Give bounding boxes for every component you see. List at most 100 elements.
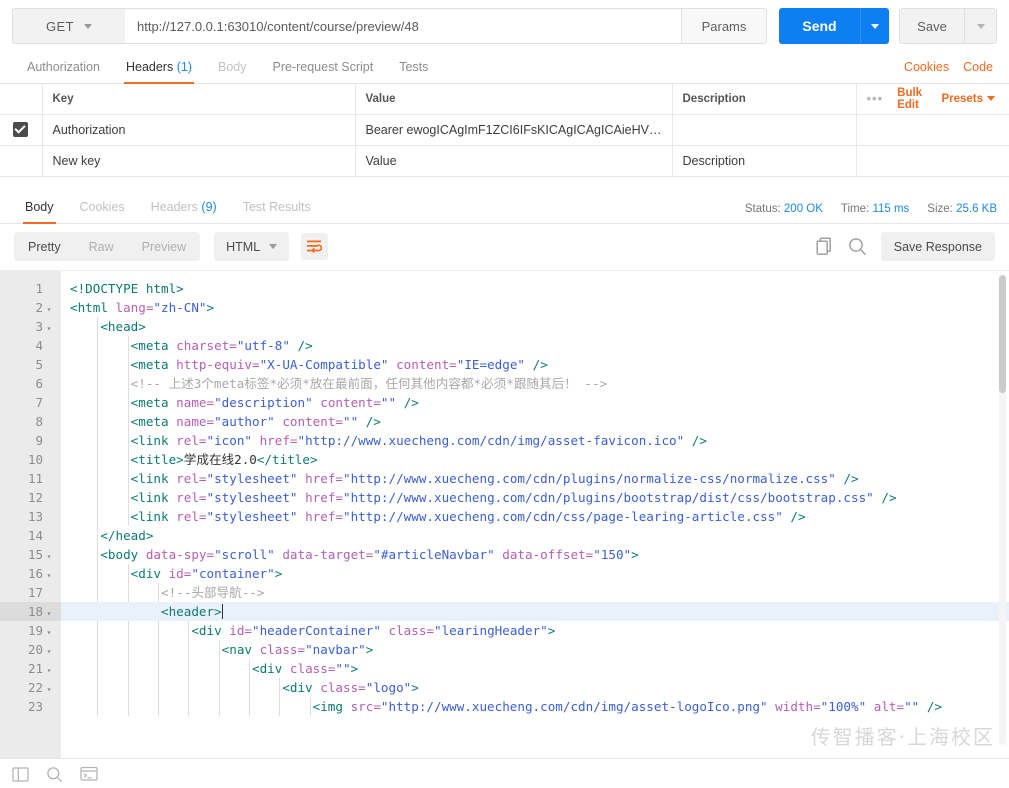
gutter-line: 5 <box>35 356 43 372</box>
size-label: Size: <box>927 202 953 215</box>
tab-pre-request-script[interactable]: Pre-request Script <box>259 60 386 83</box>
save-button[interactable]: Save <box>899 8 964 44</box>
status-label: Status: <box>744 202 781 215</box>
tab-label: Pre-request Script <box>272 60 374 74</box>
console-icon <box>80 766 98 781</box>
code-line: <html lang="zh-CN"> <box>70 299 215 315</box>
editor-gutter: 1 2 ▾ 3 ▾ 4 5 6 7 8 9 10 11 12 13 14 15 ▾ 16 ▾ 17 18 ▾ 19 ▾ 20 ▾ 21… <box>0 270 61 758</box>
new-key-input[interactable]: New key <box>41 145 356 177</box>
time-label: Time: <box>840 202 870 215</box>
cookies-link[interactable]: Cookies <box>904 60 949 74</box>
view-mode-preview[interactable]: Preview <box>128 232 200 261</box>
row-checkbox[interactable] <box>13 122 29 138</box>
tab-body[interactable]: Body <box>205 60 260 83</box>
save-label: Save <box>917 18 947 34</box>
save-options-button[interactable] <box>964 8 997 44</box>
word-wrap-icon <box>307 240 323 253</box>
word-wrap-button[interactable] <box>301 233 329 260</box>
language-label: HTML <box>226 239 261 254</box>
code-line: <link rel="icon" href="http://www.xueche… <box>130 432 707 448</box>
row-actions-cell <box>855 114 1009 146</box>
code-line: <link rel="stylesheet" href="http://www.… <box>130 470 859 486</box>
headers-table-head: Key Value Description ••• Bulk Edit Pres… <box>0 84 1009 115</box>
code-line: <img src="http://www.xuecheng.com/cdn/im… <box>312 698 943 714</box>
code-link[interactable]: Code <box>963 60 993 74</box>
column-header-value: Value <box>354 84 673 115</box>
tab-count: (1) <box>176 60 192 74</box>
size-metric: Size: 25.6 KB <box>927 203 997 215</box>
tab-label: Body <box>217 60 247 74</box>
url-input[interactable] <box>125 8 681 44</box>
tab-label: Test Results <box>242 199 311 214</box>
tab-label: Headers <box>125 60 174 74</box>
row-value-cell[interactable]: Bearer ewogICAgImF1ZCI6IFsKICAgICAgICAie… <box>354 114 673 146</box>
params-button[interactable]: Params <box>681 8 767 44</box>
send-label: Send <box>802 18 837 34</box>
console-button[interactable] <box>80 766 98 782</box>
table-row: Authorization Bearer ewogICAgImF1ZCI6IFs… <box>0 114 1009 146</box>
code-line: <header> <box>61 601 1009 621</box>
gutter-line: 20 ▾ <box>27 641 52 657</box>
code-line: <head> <box>100 318 146 334</box>
bulk-edit-button[interactable]: Bulk Edit <box>897 87 927 111</box>
response-tab-test-results[interactable]: Test Results <box>230 200 324 223</box>
code-line: <nav class="navbar"> <box>221 641 374 657</box>
search-response-button[interactable] <box>848 237 867 256</box>
gutter-line: 4 <box>35 337 43 353</box>
editor-code-area[interactable]: <!DOCTYPE html> <html lang="zh-CN"> <head… <box>61 271 1009 758</box>
scrollbar-thumb[interactable] <box>999 274 1006 393</box>
send-options-button[interactable] <box>860 8 889 44</box>
response-tab-cookies[interactable]: Cookies <box>67 200 138 223</box>
row-key-cell[interactable]: Authorization <box>41 114 356 146</box>
params-label: Params <box>701 18 747 34</box>
table-row-new: New key Value Description <box>0 145 1009 177</box>
tab-label: Tests <box>399 60 429 74</box>
status-bar <box>0 757 1009 788</box>
code-line: <!-- 上述3个meta标签*必须*放在最前面，任何其他内容都*必须*跟随其后… <box>70 375 608 391</box>
response-language-selector[interactable]: HTML <box>214 232 290 261</box>
new-value-input[interactable]: Value <box>354 145 673 177</box>
headers-table: Key Value Description ••• Bulk Edit Pres… <box>0 84 1009 177</box>
tab-count: (9) <box>201 199 217 214</box>
size-value: 25.6 KB <box>956 202 997 215</box>
gutter-line: 13 <box>27 508 43 524</box>
send-button[interactable]: Send <box>779 8 860 44</box>
http-method-label: GET <box>46 18 74 34</box>
gutter-line: 10 <box>27 451 43 467</box>
tab-label: Cookies <box>79 199 125 214</box>
tab-tests[interactable]: Tests <box>386 60 441 83</box>
tab-authorization[interactable]: Authorization <box>14 60 113 83</box>
sidebar-toggle-button[interactable] <box>12 766 29 783</box>
code-line: <div id="container"> <box>130 565 283 581</box>
gutter-line: 22 ▾ <box>27 679 52 695</box>
response-body-editor: 1 2 ▾ 3 ▾ 4 5 6 7 8 9 10 11 12 13 14 15 ▾ 16 ▾ 17 18 ▾ 19 ▾ 20 ▾ 21… <box>0 269 1009 758</box>
new-row-actions-cell <box>855 145 1009 177</box>
text-cursor <box>221 603 223 619</box>
view-mode-raw[interactable]: Raw <box>75 232 128 261</box>
code-line: <div class=""> <box>251 660 359 676</box>
code-line: <link rel="stylesheet" href="http://www.… <box>130 508 806 524</box>
more-options-icon[interactable]: ••• <box>867 91 884 106</box>
copy-button[interactable] <box>816 237 834 256</box>
presets-button[interactable]: Presets <box>941 93 995 105</box>
time-value: 115 ms <box>872 202 910 215</box>
http-method-selector[interactable]: GET <box>12 8 125 44</box>
request-tab-bar: Authorization Headers (1) Body Pre-reque… <box>0 52 1009 84</box>
tab-label: Body <box>25 199 54 214</box>
tab-headers[interactable]: Headers (1) <box>113 60 205 84</box>
code-line: <body data-spy="scroll" data-target="#ar… <box>100 546 639 562</box>
gutter-line: 1 <box>35 280 43 296</box>
status-search-button[interactable] <box>46 766 63 783</box>
column-header-description: Description <box>671 84 857 115</box>
response-tab-body[interactable]: Body <box>12 199 67 224</box>
gutter-line: 21 ▾ <box>27 660 52 676</box>
row-description-cell[interactable] <box>671 114 857 146</box>
save-response-button[interactable]: Save Response <box>880 232 995 261</box>
view-mode-pretty[interactable]: Pretty <box>14 232 75 261</box>
editor-vertical-scrollbar[interactable] <box>999 274 1006 745</box>
new-description-input[interactable]: Description <box>671 145 857 177</box>
gutter-line: 23 <box>27 698 43 714</box>
gutter-line: 11 <box>27 470 43 486</box>
response-toolbar-right: Save Response <box>816 232 995 261</box>
response-tab-headers[interactable]: Headers (9) <box>138 200 230 223</box>
